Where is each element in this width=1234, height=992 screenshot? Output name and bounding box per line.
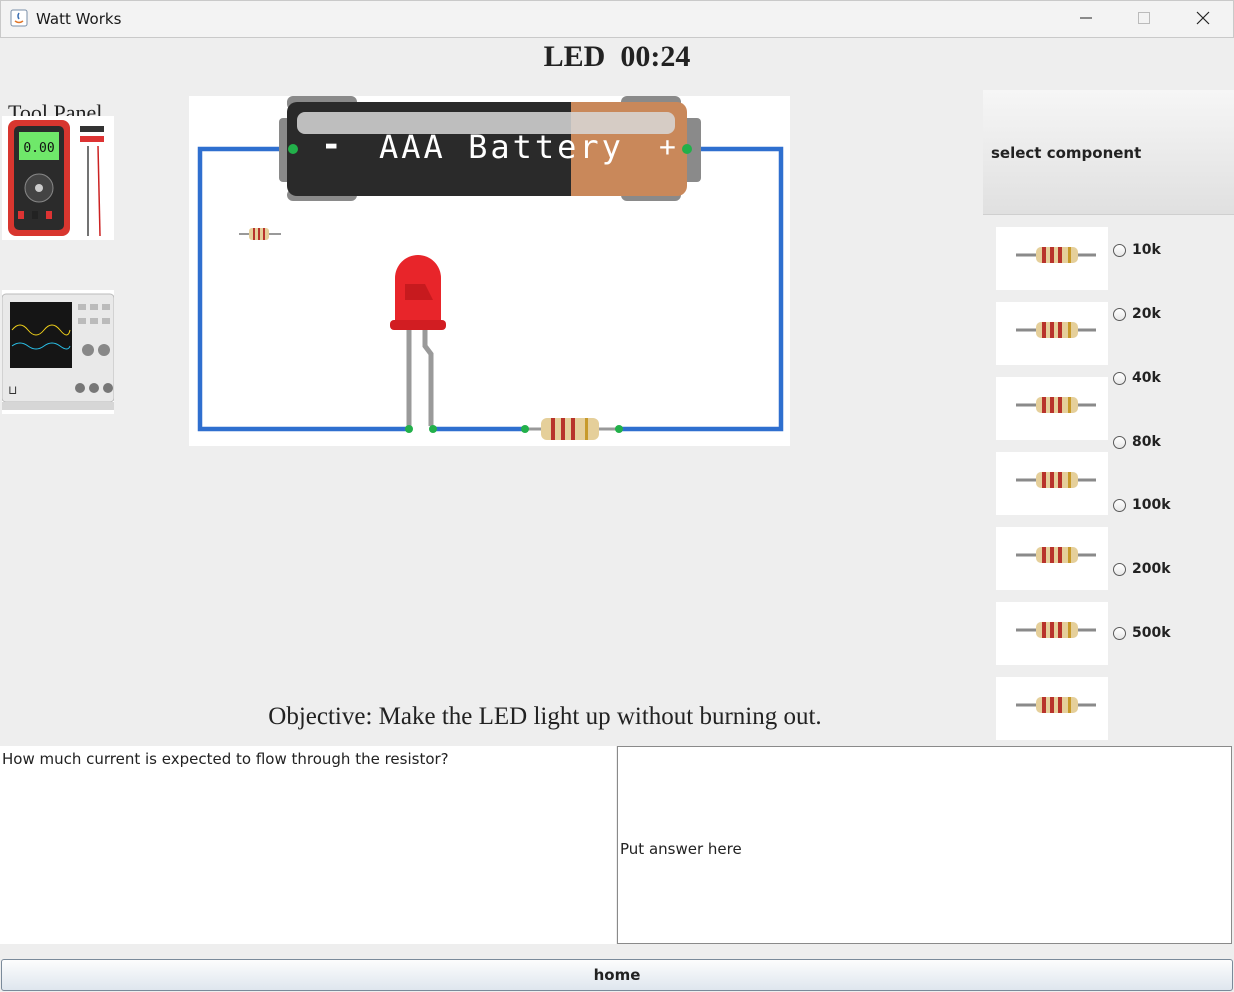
battery-plus: + <box>659 130 676 163</box>
resistor-icon <box>1014 320 1098 340</box>
resistor-icon <box>1014 470 1098 490</box>
resistor-icon <box>1014 245 1098 265</box>
home-button[interactable]: home <box>1 959 1233 991</box>
resistor-icon <box>1014 395 1098 415</box>
radio-option-40k[interactable]: 40k <box>1113 370 1161 386</box>
radio-option-80k[interactable]: 80k <box>1113 434 1161 450</box>
radio-option-500k[interactable]: 500k <box>1113 625 1171 641</box>
battery-minus: - <box>321 125 341 165</box>
radio-label: 40k <box>1132 370 1161 386</box>
resistor-icon <box>1014 620 1098 640</box>
battery-icon[interactable]: - AAA Battery + <box>279 96 701 201</box>
resistor-icons <box>1014 245 1098 715</box>
select-component-header: select component <box>983 90 1234 215</box>
objective-text: Objective: Make the LED light up without… <box>268 703 822 730</box>
multimeter-display: 0.00 <box>23 141 54 156</box>
radio-option-20k[interactable]: 20k <box>1113 306 1161 322</box>
loose-resistor-icon[interactable] <box>239 228 281 240</box>
radio-option-100k[interactable]: 100k <box>1113 497 1171 513</box>
led-icon[interactable] <box>390 255 446 433</box>
resistor-icon <box>1014 545 1098 565</box>
window-title: Watt Works <box>36 10 122 28</box>
radio-button[interactable] <box>1113 371 1126 385</box>
question-text: How much current is expected to flow thr… <box>2 750 449 768</box>
radio-label: 10k <box>1132 242 1161 258</box>
circuit-resistor-icon[interactable] <box>521 418 623 440</box>
answer-placeholder[interactable]: Put answer here <box>620 840 742 858</box>
radio-label: 20k <box>1132 306 1161 322</box>
radio-button[interactable] <box>1113 562 1126 576</box>
level-title: LED 00:24 <box>543 40 691 73</box>
radio-option-10k[interactable]: 10k <box>1113 242 1161 258</box>
oscilloscope-icon[interactable]: ⊔ <box>2 290 114 414</box>
question-panel <box>0 746 616 944</box>
svg-text:⊔: ⊔ <box>8 383 17 397</box>
radio-label: 200k <box>1132 561 1171 577</box>
minimize-icon <box>1080 17 1092 19</box>
battery-label: AAA Battery <box>379 128 624 166</box>
radio-label: 100k <box>1132 497 1171 513</box>
multimeter-icon[interactable]: 0.00 <box>2 116 114 240</box>
title-bar <box>0 0 1234 38</box>
radio-button[interactable] <box>1113 498 1126 512</box>
maximize-icon <box>1138 12 1150 24</box>
radio-label: 80k <box>1132 434 1161 450</box>
radio-button[interactable] <box>1113 626 1126 640</box>
radio-label: 500k <box>1132 625 1171 641</box>
close-icon <box>1196 11 1210 25</box>
radio-button[interactable] <box>1113 243 1126 257</box>
circuit-canvas[interactable]: - AAA Battery + <box>189 96 790 446</box>
minimize-button[interactable] <box>1057 0 1115 36</box>
radio-option-200k[interactable]: 200k <box>1113 561 1171 577</box>
radio-button[interactable] <box>1113 307 1126 321</box>
resistor-icon <box>1014 695 1098 715</box>
select-component-label: select component <box>991 144 1142 162</box>
close-button[interactable] <box>1174 0 1232 36</box>
java-app-icon <box>10 9 28 27</box>
radio-button[interactable] <box>1113 435 1126 449</box>
maximize-button[interactable] <box>1115 0 1173 36</box>
